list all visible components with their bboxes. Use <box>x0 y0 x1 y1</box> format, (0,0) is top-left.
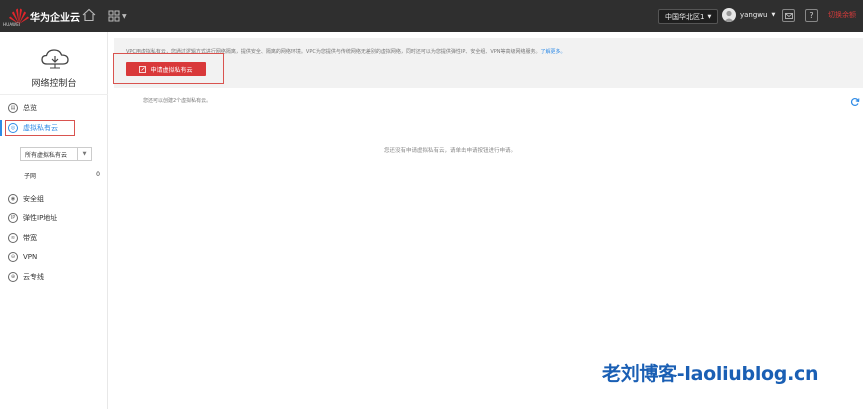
chevron-down-icon: ▼ <box>122 12 127 20</box>
message-button[interactable] <box>782 9 795 22</box>
service-list-button[interactable]: ▼ <box>108 9 128 23</box>
sidebar-title: 网络控制台 <box>31 79 77 89</box>
apply-vpc-button[interactable]: 申请虚拟私有云 <box>126 62 206 76</box>
sidebar-item-vpc[interactable]: ◎ 虚拟私有云 <box>8 121 58 135</box>
mail-icon <box>784 12 793 19</box>
sidebar-item-label: 弹性IP地址 <box>23 214 58 222</box>
apply-vpc-label: 申请虚拟私有云 <box>150 66 193 74</box>
sidebar-item-vpn[interactable]: ⊖ VPN <box>8 250 37 264</box>
subnet-count: 0 <box>96 171 100 178</box>
quota-text: 您还可以创建2个虚拟私有云。 <box>143 98 212 104</box>
username: yangwu <box>740 11 768 19</box>
region-select[interactable]: 中国华北区1 ▼ <box>658 9 719 24</box>
sidebar-item-label: VPN <box>23 253 38 261</box>
bandwidth-icon: ≋ <box>8 233 18 243</box>
edit-icon <box>139 65 147 73</box>
grid-icon <box>108 10 120 22</box>
ip-icon: IP <box>8 213 18 223</box>
refresh-icon[interactable] <box>850 97 860 107</box>
chevron-down-icon: ▼ <box>707 13 712 20</box>
avatar <box>722 8 736 22</box>
vpc-filter-value: 所有虚拟私有云 <box>25 151 68 159</box>
watermark: 老刘博客-laoliublog.cn <box>602 363 819 385</box>
sidebar-item-bandwidth[interactable]: ≋ 带宽 <box>8 231 37 245</box>
intro-panel: VPC用虚拟私有云，您通过逻辑方式进行网络隔离，提供安全、隔离的网络环境。VPC… <box>114 38 863 88</box>
sidebar-item-label: 云专线 <box>23 273 44 281</box>
sidebar-item-direct-connect[interactable]: ⊕ 云专线 <box>8 270 44 284</box>
empty-state-text: 您还没有申请虚拟私有云，请单击申请按钮进行申请。 <box>384 148 517 154</box>
region-label: 中国华北区1 <box>665 12 705 21</box>
subnet-row[interactable]: 子网 0 <box>24 171 100 180</box>
learn-more-link[interactable]: 了解更多。 <box>541 49 566 55</box>
sidebar-item-security-group[interactable]: ◉ 安全组 <box>8 192 44 206</box>
divider <box>0 94 108 95</box>
sidebar-item-label: 虚拟私有云 <box>23 124 58 132</box>
sidebar-item-label: 安全组 <box>23 195 44 203</box>
shield-icon: ◉ <box>8 194 18 204</box>
user-menu[interactable]: yangwu ▼ <box>722 8 775 22</box>
chevron-down-icon: ▼ <box>771 12 776 18</box>
brand-title[interactable]: 华为企业云 <box>30 9 80 24</box>
subnet-label: 子网 <box>24 173 37 180</box>
vpc-filter-select[interactable]: 所有虚拟私有云 ▼ <box>20 147 92 161</box>
overview-icon: ▤ <box>8 103 18 113</box>
active-indicator <box>0 120 2 136</box>
top-bar: HUAWEI 华为企业云 ▼ 中国华北区1 ▼ yangwu ▼ ? 切换余额 <box>0 0 863 32</box>
help-icon: ? <box>809 11 814 20</box>
vpc-icon: ◎ <box>8 123 18 133</box>
cloud-network-icon <box>41 49 69 69</box>
balance-link[interactable]: 切换余额 <box>828 10 856 20</box>
chevron-down-icon: ▼ <box>77 148 91 160</box>
sidebar-item-elastic-ip[interactable]: IP 弹性IP地址 <box>8 211 57 225</box>
direct-connect-icon: ⊕ <box>8 272 18 282</box>
vpn-icon: ⊖ <box>8 252 18 262</box>
help-button[interactable]: ? <box>805 9 818 22</box>
sidebar-item-label: 总览 <box>23 104 37 112</box>
sidebar-item-label: 带宽 <box>23 234 37 242</box>
logo-text: HUAWEI <box>3 22 21 27</box>
sidebar-item-overview[interactable]: ▤ 总览 <box>8 101 37 115</box>
home-icon[interactable] <box>82 8 96 22</box>
